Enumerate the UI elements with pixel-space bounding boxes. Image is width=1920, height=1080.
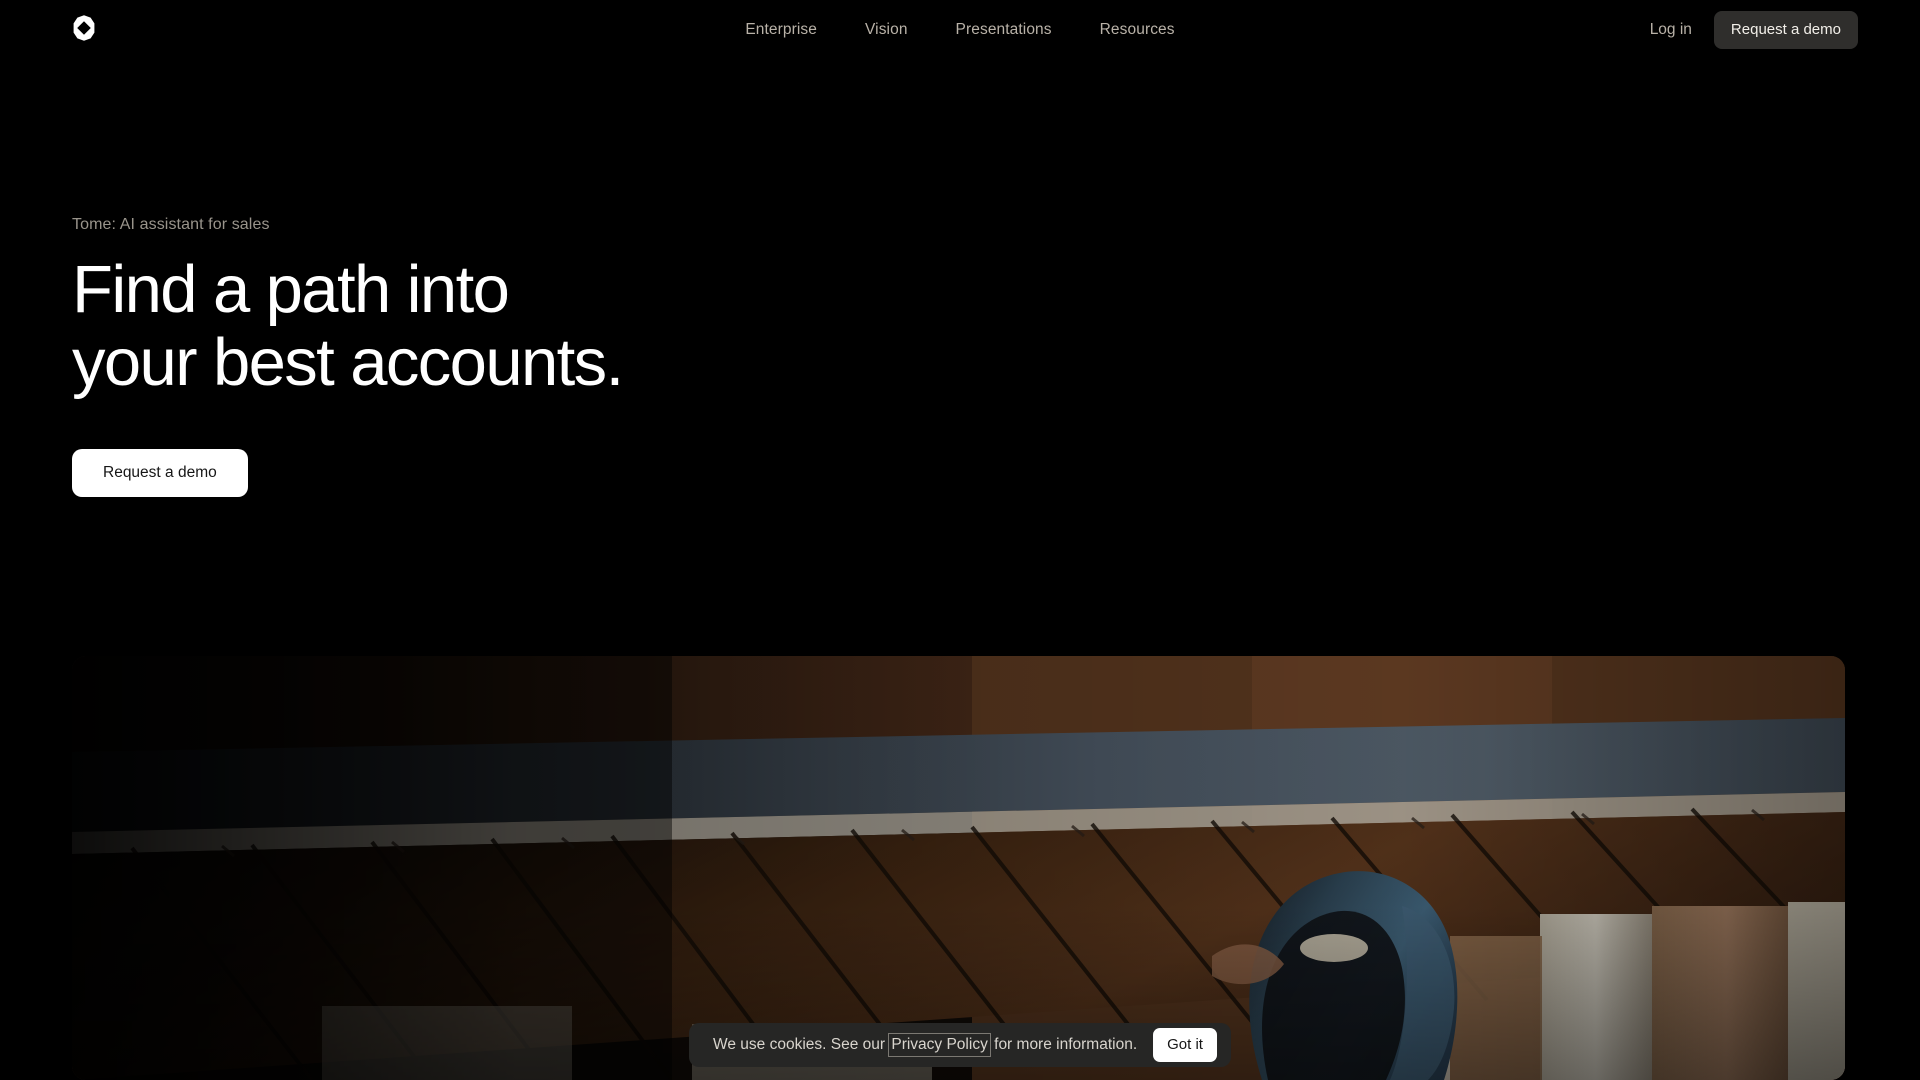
nav-actions: Log in Request a demo <box>1650 0 1858 60</box>
cookie-message: We use cookies. See our Privacy Policy f… <box>713 1033 1138 1057</box>
top-navigation-bar: Enterprise Vision Presentations Resource… <box>0 0 1920 60</box>
tome-octagon-logo-icon <box>73 15 95 41</box>
nav-link-enterprise[interactable]: Enterprise <box>745 22 817 38</box>
nav-link-resources[interactable]: Resources <box>1100 22 1175 38</box>
primary-nav-links: Enterprise Vision Presentations Resource… <box>0 0 1920 60</box>
hero-request-demo-button[interactable]: Request a demo <box>72 448 248 497</box>
cookie-text-before: We use cookies. See our <box>713 1036 886 1054</box>
nav-link-presentations[interactable]: Presentations <box>956 22 1052 38</box>
hero-image <box>72 656 1845 1080</box>
nav-link-vision[interactable]: Vision <box>865 22 908 38</box>
nav-request-demo-button[interactable]: Request a demo <box>1713 11 1858 49</box>
login-link[interactable]: Log in <box>1650 22 1692 38</box>
cookie-text-after: for more information. <box>994 1036 1138 1054</box>
tome-logo[interactable] <box>70 14 98 42</box>
privacy-policy-link[interactable]: Privacy Policy <box>888 1033 991 1057</box>
hero-eyebrow: Tome: AI assistant for sales <box>72 216 270 233</box>
cookie-consent-banner: We use cookies. See our Privacy Policy f… <box>689 1023 1231 1067</box>
page-title: Find a path into your best accounts. <box>72 252 624 400</box>
hero-photo-illustration <box>72 656 1845 1080</box>
cookie-accept-button[interactable]: Got it <box>1153 1028 1217 1062</box>
hero-section: Tome: AI assistant for sales Find a path… <box>72 215 972 497</box>
